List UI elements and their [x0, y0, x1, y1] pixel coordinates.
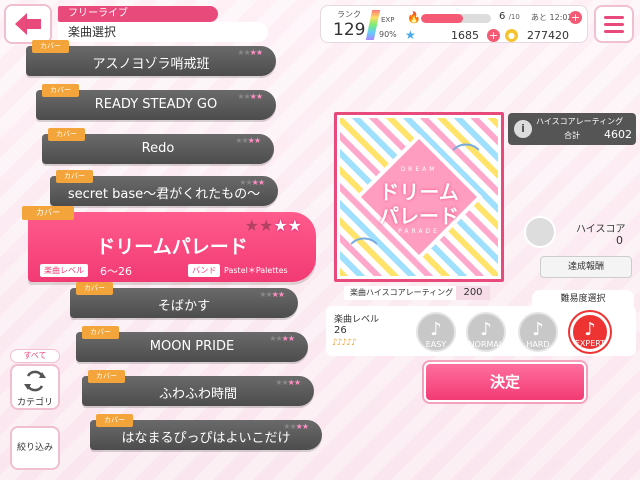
guitar-icon: ♪: [532, 318, 544, 340]
song-title: ふわふわ時間: [158, 387, 237, 402]
category-current-label: すべて: [10, 349, 60, 363]
song-highscore-rating-label: 楽曲ハイスコアレーティング: [350, 288, 454, 297]
star-gem-icon: ★: [405, 28, 416, 42]
selected-song-row[interactable]: カバー ★★★★ ドリームパレード 楽曲レベル 6～26 バンド Pastel＊…: [22, 206, 316, 282]
jacket-parade: PARADE: [398, 228, 440, 235]
song-row[interactable]: カバー ★★★★ READY STEADY GO: [36, 84, 276, 120]
achievement-reward-button[interactable]: 達成報酬: [540, 256, 632, 278]
rating-value: 4602: [604, 128, 632, 141]
highscore-label: ハイスコア: [576, 224, 626, 235]
menu-button[interactable]: [594, 5, 634, 43]
back-arrow-icon: [15, 13, 41, 35]
cover-tag: カバー: [22, 206, 74, 220]
cover-tag: カバー: [48, 128, 85, 141]
category-label: カテゴリ: [16, 398, 53, 408]
cover-tag: カバー: [32, 40, 69, 53]
level-range: 6～26: [100, 265, 132, 278]
stamina-count: 6 /10: [499, 11, 520, 22]
difficulty-level-label: 楽曲レベル: [334, 315, 380, 325]
song-row[interactable]: カバー ★★★★ はなまるぴっぴはよいこだけ: [90, 414, 322, 450]
filter-button[interactable]: 絞り込み: [10, 426, 60, 470]
song-title: secret base～君がくれたもの～: [67, 187, 261, 202]
song-title: Redo: [141, 141, 175, 156]
back-button[interactable]: [4, 4, 52, 44]
rating-sub-label: 合計: [564, 131, 580, 140]
difficulty-level-value: 26: [334, 325, 347, 336]
cover-tag: カバー: [82, 326, 119, 339]
cover-tag: カバー: [42, 84, 79, 97]
info-icon: i: [514, 120, 532, 138]
category-button[interactable]: カテゴリ: [10, 364, 60, 410]
highscore-value: 0: [616, 234, 623, 247]
menu-line-icon: [604, 29, 624, 33]
menu-line-icon: [604, 22, 624, 26]
cover-tag: カバー: [56, 170, 93, 183]
song-title: MOON PRIDE: [149, 339, 235, 354]
page-title: 楽曲選択: [58, 22, 268, 42]
difficulty-hard[interactable]: ♪ HARD: [518, 312, 558, 352]
coins-count: 277420: [527, 29, 569, 42]
jacket-title-2: パレード: [379, 204, 459, 228]
rank-value: 129: [333, 20, 366, 40]
flame-icon: 🔥: [407, 11, 421, 24]
shuffle-icon: [24, 370, 46, 392]
song-title: はなまるぴっぴはよいこだけ: [121, 431, 291, 446]
highscore-rank-icon: [524, 216, 556, 248]
coin-icon: ●: [505, 29, 518, 42]
menu-line-icon: [604, 15, 624, 19]
decide-button[interactable]: 決定: [424, 362, 586, 402]
song-row[interactable]: カバー ★★★★ そばかす: [70, 282, 298, 318]
jacket-dream: DREAM: [400, 166, 438, 173]
rank-label: ランク: [337, 10, 361, 19]
rainbow-icon: ⌒: [350, 235, 379, 268]
difficulty-easy[interactable]: ♪ EASY: [416, 312, 456, 352]
stamina-fill: [421, 14, 463, 23]
song-row[interactable]: カバー ★★★★ ふわふわ時間: [82, 370, 314, 406]
cover-tag: カバー: [88, 370, 125, 383]
song-jacket-frame: ⌒ ⌒ DREAM ドリーム パレード PARADE: [334, 112, 504, 282]
guitar-icon: ♪: [584, 318, 596, 340]
mode-tag: フリーライブ: [58, 6, 218, 22]
stamina-bar: [421, 14, 491, 23]
song-row[interactable]: カバー ★★★★ Redo: [42, 128, 274, 164]
gems-count: 1685: [451, 29, 479, 42]
guitar-icon: ♪: [480, 318, 492, 340]
song-highscore-rating: 楽曲ハイスコアレーティング 200: [344, 286, 490, 300]
cover-tag: カバー: [76, 282, 113, 295]
song-title: そばかす: [157, 299, 211, 314]
stamina-recovery-time: あと 12:02: [531, 13, 573, 22]
exp-percent: 90%: [379, 30, 397, 39]
difficulty-panel: 楽曲レベル 26 ♪♪♪♪♪ ♪ EASY ♪ NORMAL ♪ HARD ♪ …: [326, 306, 636, 356]
song-jacket: ⌒ ⌒ DREAM ドリーム パレード PARADE: [340, 118, 498, 276]
selected-song-title: ドリームパレード: [96, 236, 248, 258]
song-row[interactable]: カバー ★★★★ MOON PRIDE: [76, 326, 308, 362]
level-label: 楽曲レベル: [40, 264, 88, 277]
song-row[interactable]: カバー ★★★★ アスノヨゾラ哨戒班: [26, 40, 276, 76]
gems-plus-button[interactable]: +: [487, 29, 500, 42]
player-status: ランク 129 EXP 90% 🔥 6 /10 あと 12:02 + ★ 168…: [320, 5, 588, 43]
band-name: Pastel＊Palettes: [224, 266, 288, 275]
song-row[interactable]: カバー ★★★★ secret base～君がくれたもの～: [50, 170, 278, 206]
difficulty-normal[interactable]: ♪ NORMAL: [466, 312, 506, 352]
song-title: READY STEADY GO: [94, 97, 218, 112]
song-highscore-rating-value: 200: [456, 286, 490, 300]
difficulty-expert[interactable]: ♪ EXPERT: [570, 312, 610, 352]
highscore-rating-total[interactable]: i ハイスコアレーティング 合計 4602: [508, 113, 636, 145]
note-icons: ♪♪♪♪♪: [332, 338, 357, 348]
exp-label: EXP: [381, 16, 395, 24]
stamina-plus-button[interactable]: +: [569, 11, 582, 24]
rating-label: ハイスコアレーティング: [536, 117, 624, 126]
song-title: アスノヨゾラ哨戒班: [92, 57, 210, 72]
cover-tag: カバー: [96, 414, 133, 427]
band-label: バンド: [188, 264, 221, 277]
guitar-icon: ♪: [430, 318, 442, 340]
